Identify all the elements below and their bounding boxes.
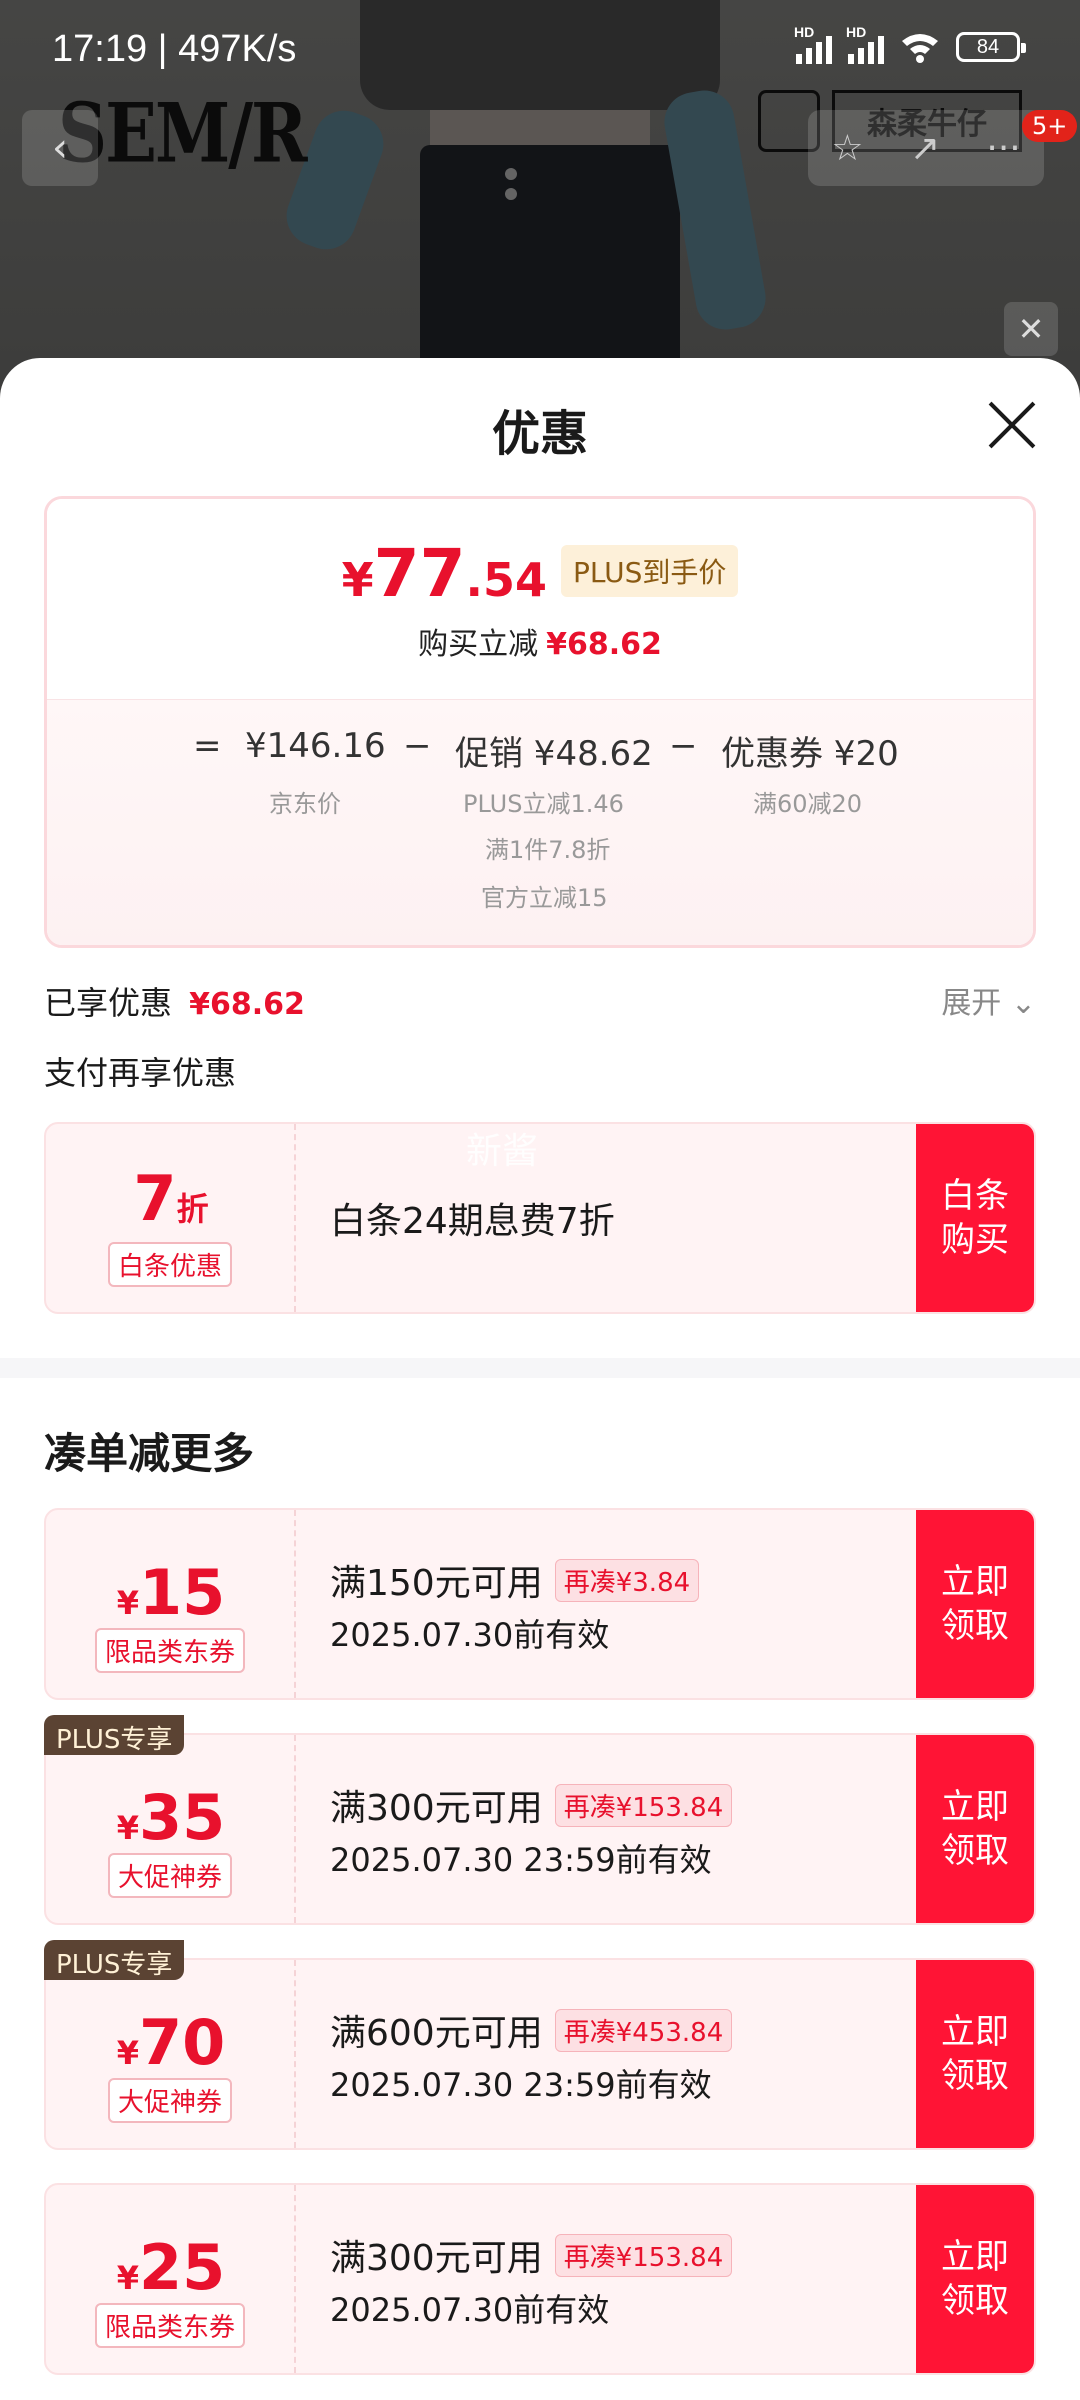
promo-sub-plus: PLUS立减1.46 — [463, 790, 624, 818]
baitiao-offer: 7折 白条优惠 白条24期息费7折 白条购买 — [44, 1122, 1036, 1314]
minus-sign: − — [403, 726, 432, 766]
message-badge: 5+ — [1022, 110, 1078, 142]
promo-sub-official: 官方立减15 — [481, 884, 608, 912]
offer-desc: 白条24期息费7折 — [330, 1201, 615, 1242]
coupon-sub: 满60减20 — [753, 790, 863, 818]
price-breakdown: = ¥146.16 京东价 − 促销 ¥48.62 PLUS立减1.46 满1件… — [47, 699, 1033, 945]
float-close-button[interactable]: ✕ — [1004, 302, 1058, 356]
coupon-card: ¥25 限品类东券 满300元可用 再凑¥153.84 2025.07.30前有效 立即领… — [44, 2183, 1036, 2375]
coupon-value: 优惠券 ¥20 — [721, 734, 899, 774]
coupon-validity: 2025.07.30前有效 — [330, 1616, 610, 1654]
close-icon[interactable] — [984, 396, 1040, 452]
signal-icon: HD — [794, 24, 832, 64]
enjoyed-value: ¥68.62 — [189, 987, 305, 1022]
coupon-validity: 2025.07.30 23:59前有效 — [330, 1841, 712, 1879]
more-icon[interactable]: ··· — [986, 128, 1020, 169]
status-time: 17:19 | 497K/s — [52, 28, 297, 70]
status-bar: 17:19 | 497K/s HD HD 84 — [0, 0, 1080, 100]
pay-discount-label: 支付再享优惠 — [44, 1054, 237, 1092]
promo-sub-discount: 满1件7.8折 — [485, 836, 611, 864]
star-icon[interactable]: ☆ — [831, 128, 863, 169]
expand-toggle[interactable]: 展开 ⌄ — [941, 978, 1036, 1022]
add-more-tag: 再凑¥3.84 — [554, 1558, 700, 1602]
coupon-card: ¥35 大促神券 满300元可用 再凑¥153.84 2025.07.30 23:59前… — [44, 1733, 1036, 1925]
claim-coupon-button[interactable]: 立即领取 — [916, 1510, 1034, 1698]
price-summary-card: ¥ 77 .54 PLUS到手价 购买立减 ¥68.62 = ¥146.16 京东… — [44, 496, 1036, 948]
section-title: 凑单减更多 — [44, 1429, 255, 1478]
offer-kind: 白条优惠 — [107, 1242, 233, 1287]
coupon-validity: 2025.07.30 23:59前有效 — [330, 2066, 712, 2104]
jd-price-label: 京东价 — [269, 790, 341, 818]
enjoyed-discount-row: 已享优惠 ¥68.62 展开 ⌄ — [44, 978, 1036, 1022]
signal-icon-2: HD — [846, 24, 884, 64]
add-more-tag: 再凑¥153.84 — [554, 2233, 733, 2277]
wifi-icon — [902, 34, 938, 63]
coupon-kind: 大促神券 — [107, 1853, 233, 1898]
coupon-validity: 2025.07.30前有效 — [330, 2291, 610, 2329]
coupon-card: ¥70 大促神券 满600元可用 再凑¥453.84 2025.07.30 23:59前… — [44, 1958, 1036, 2150]
share-icon[interactable]: ↗ — [910, 128, 940, 169]
discount-sheet: 优惠 ¥ 77 .54 PLUS到手价 购买立减 ¥68.62 = ¥146.16… — [0, 358, 1080, 2400]
coupon-amount: ¥70 — [116, 2006, 226, 2079]
coupon-condition: 满150元可用 再凑¥3.84 — [330, 1554, 700, 1606]
final-price: ¥ 77 .54 PLUS到手价 — [47, 535, 1033, 612]
minus-sign: − — [669, 726, 698, 766]
claim-coupon-button[interactable]: 立即领取 — [916, 2185, 1034, 2373]
promo-value: 促销 ¥48.62 — [455, 734, 653, 774]
coupon-condition: 满600元可用 再凑¥453.84 — [330, 2004, 733, 2056]
coupon-amount: ¥15 — [116, 1556, 226, 1629]
jd-price-value: ¥146.16 — [245, 726, 386, 766]
coupon-amount: ¥25 — [116, 2231, 226, 2304]
close-icon: ✕ — [1017, 310, 1045, 348]
chevron-left-icon: ‹ — [52, 125, 68, 171]
coupon-kind: 限品类东券 — [94, 1628, 246, 1673]
claim-coupon-button[interactable]: 立即领取 — [916, 1960, 1034, 2148]
baitiao-buy-button[interactable]: 白条购买 — [916, 1124, 1034, 1312]
purchase-reduction: 购买立减 ¥68.62 — [418, 627, 662, 662]
add-more-tag: 再凑¥453.84 — [554, 2008, 733, 2052]
plus-exclusive-tag: PLUS专享 — [44, 1715, 185, 1755]
plus-price-tag: PLUS到手价 — [561, 545, 739, 597]
coupon-kind: 大促神券 — [107, 2078, 233, 2123]
claim-coupon-button[interactable]: 立即领取 — [916, 1735, 1034, 1923]
coupon-condition: 满300元可用 再凑¥153.84 — [330, 2229, 733, 2281]
plus-exclusive-tag: PLUS专享 — [44, 1940, 185, 1980]
section-divider — [0, 1358, 1080, 1378]
coupon-condition: 满300元可用 再凑¥153.84 — [330, 1779, 733, 1831]
coupon-amount: ¥35 — [116, 1781, 226, 1854]
add-more-tag: 再凑¥153.84 — [554, 1783, 733, 1827]
equals-sign: = — [193, 726, 222, 766]
sheet-title: 优惠 — [491, 406, 588, 462]
coupon-kind: 限品类东券 — [94, 2303, 246, 2348]
chevron-down-icon: ⌄ — [1010, 986, 1036, 1021]
battery-icon: 84 — [956, 32, 1026, 62]
back-button[interactable]: ‹ — [22, 110, 98, 186]
top-action-group: ☆ ↗ ··· — [808, 110, 1044, 186]
coupon-card: ¥15 限品类东券 满150元可用 再凑¥3.84 2025.07.30前有效 立即领取 — [44, 1508, 1036, 1700]
